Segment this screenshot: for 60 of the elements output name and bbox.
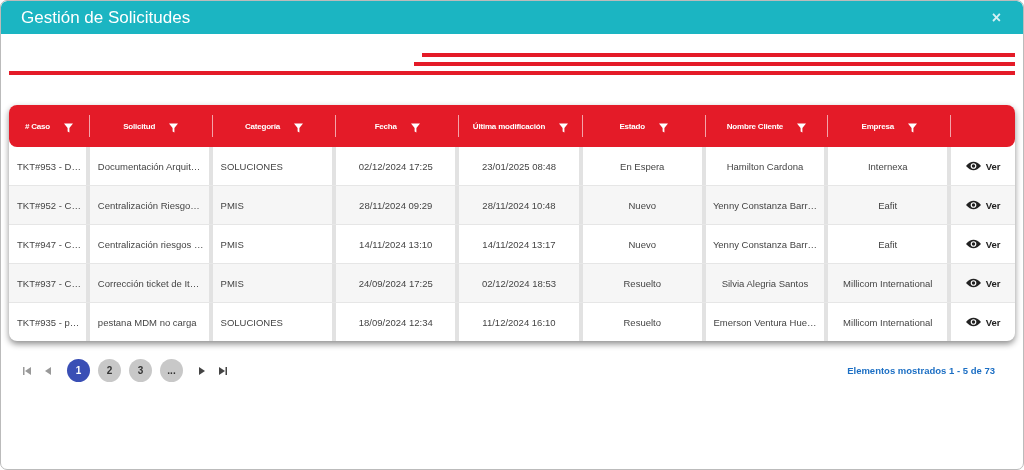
window-title: Gestión de Solicitudes [21,7,191,28]
table-cell: Millicom International [828,264,952,302]
table-cell: 18/09/2024 12:34 [336,303,460,341]
previous-page-icon[interactable] [45,366,51,375]
view-button[interactable]: Ver [963,197,1003,213]
table-cell: Silvia Alegria Santos [705,264,829,302]
table-cell: Resuelto [582,303,706,341]
results-summary: Elementos mostrados 1 - 5 de 73 [847,365,995,376]
column-header: Nombre Cliente [726,121,784,131]
view-button[interactable]: Ver [963,236,1003,252]
page-button[interactable]: 1 [67,359,90,382]
table-cell: 28/11/2024 10:48 [459,186,583,224]
table-cell: 11/12/2024 16:10 [459,303,583,341]
table-cell: pestana MDM no carga [89,303,213,341]
page-button[interactable]: 2 [98,359,121,382]
table-cell: TKT#952 - C… [9,186,90,224]
filter-icon[interactable] [907,123,917,133]
table-cell: Centralización Riesgo… [89,186,213,224]
filter-icon[interactable] [410,123,420,133]
filter-icon[interactable] [797,123,807,133]
column-header: Categoría [244,121,280,131]
filter-icon[interactable] [169,123,179,133]
page-button[interactable]: 3 [129,359,152,382]
view-button[interactable]: Ver [963,158,1003,174]
table-cell: PMIS [212,186,337,224]
view-button[interactable]: Ver [963,275,1003,291]
view-button[interactable]: Ver [963,314,1003,330]
table-cell: Resuelto [582,264,706,302]
table-cell: Yenny Constanza Barr… [705,186,829,224]
table-cell: Corrección ticket de It… [89,264,213,302]
filter-icon[interactable] [63,123,73,133]
first-page-icon[interactable] [23,366,31,375]
column-header: Solicitud [123,121,156,131]
eye-icon [965,278,981,288]
column-header: Empresa [861,121,894,131]
eye-icon [965,317,981,327]
table-cell: 28/11/2024 09:29 [336,186,460,224]
table-cell: TKT#937 - C… [9,264,90,302]
eye-icon [965,239,981,249]
table-cell: Eafit [828,186,952,224]
table-cell: Emerson Ventura Hue… [705,303,829,341]
filter-icon[interactable] [658,123,668,133]
column-header: Última modificación [472,121,546,131]
last-page-icon[interactable] [219,366,227,375]
column-header: Estado [619,121,645,131]
table-cell: TKT#935 - p… [9,303,90,341]
table-cell: SOLUCIONES [212,303,337,341]
table-cell: Nuevo [582,186,706,224]
column-header: Fecha [374,121,397,131]
eye-icon [965,200,981,210]
filter-icon[interactable] [294,123,303,133]
table-cell: 02/12/2024 18:53 [459,264,583,302]
table-cell: Millicom International [828,303,952,341]
table-cell: 24/09/2024 17:25 [336,264,460,302]
table-cell: PMIS [212,264,337,302]
next-page-icon[interactable] [199,366,205,375]
filter-icon[interactable] [559,123,569,133]
eye-icon [965,161,981,171]
column-header: # Caso [24,121,50,131]
page-button[interactable]: ... [160,359,183,382]
